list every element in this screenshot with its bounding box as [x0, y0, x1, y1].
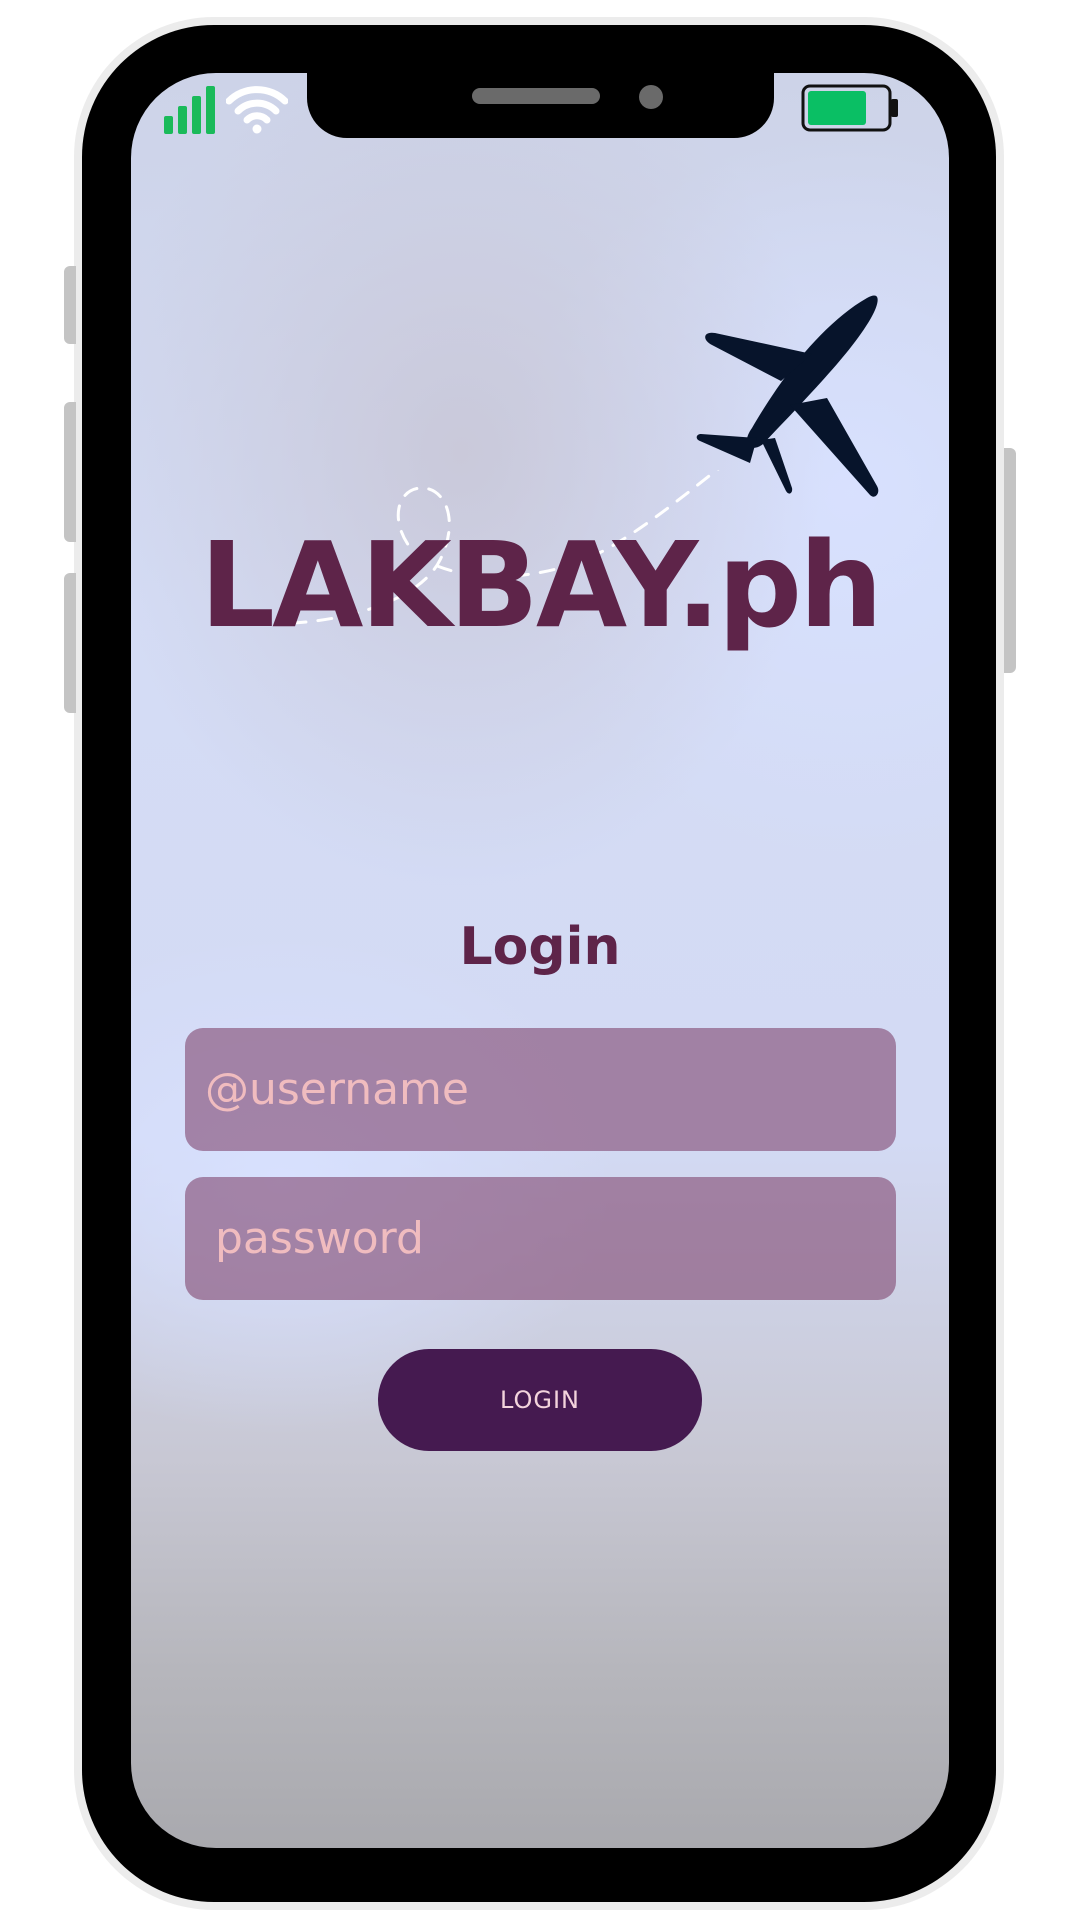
- wifi-icon: [225, 84, 289, 134]
- power-button: [1004, 448, 1016, 673]
- volume-middle-button: [64, 402, 76, 542]
- speaker-grille: [472, 88, 600, 104]
- password-input[interactable]: [185, 1177, 896, 1300]
- battery-icon: [801, 83, 901, 133]
- app-logo: LAKBAY.ph: [199, 516, 883, 654]
- front-camera: [639, 85, 663, 109]
- volume-up-button: [64, 266, 76, 344]
- cellular-signal-icon: [164, 84, 216, 134]
- login-title: Login: [459, 917, 621, 977]
- username-input[interactable]: [185, 1028, 896, 1151]
- airplane-icon: [696, 295, 879, 497]
- volume-down-button: [64, 573, 76, 713]
- device-mockup: LAKBAY.ph Login LOGIN: [0, 0, 1080, 1920]
- login-button[interactable]: LOGIN: [378, 1349, 702, 1451]
- notch: [307, 73, 774, 138]
